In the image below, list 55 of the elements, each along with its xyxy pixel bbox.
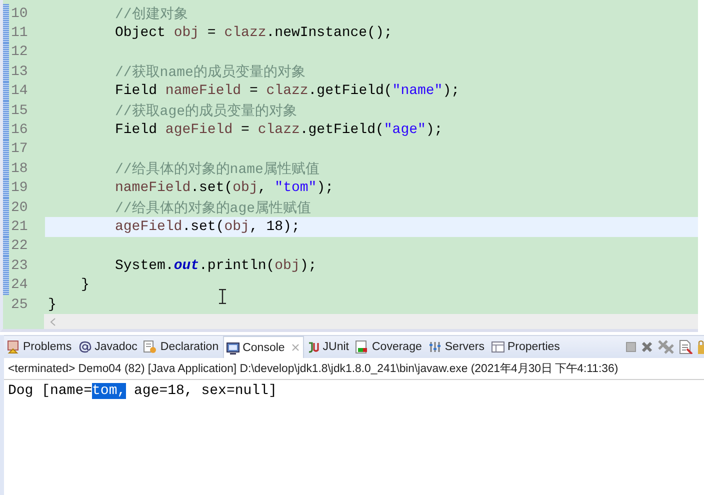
line-number: 18 <box>10 160 29 177</box>
line-number: 21 <box>10 218 29 235</box>
warning-icon <box>6 340 20 354</box>
close-icon[interactable] <box>641 341 653 354</box>
line-number: 19 <box>10 180 29 196</box>
launch-status: <terminated> Demo04 (82) [Java Application] D:\develop\jdk1.8\jdk1.8.0_241\bin\javaw.exe (2021年4月30日 下午4:11:36) <box>4 358 704 380</box>
console-output: Dog [name=tom, age=18, sex=null] <box>7 382 278 402</box>
code-line: //给具体的对象的age属性赋值 <box>115 200 312 217</box>
at-sign-icon <box>78 340 92 354</box>
text-cursor-icon <box>219 289 226 304</box>
view-tab[interactable]: Coverage <box>353 336 426 358</box>
line-number: 22 <box>10 238 29 254</box>
code-line: System.out.println(obj); <box>115 258 317 274</box>
code-line: //给具体的对象的name属性赋值 <box>115 160 320 178</box>
line-number: 17 <box>10 141 29 158</box>
line-number: 11 <box>10 25 29 42</box>
view-tab[interactable]: JUnit <box>304 336 353 358</box>
code-line: ageField.set(obj, 18); <box>115 218 300 235</box>
stop-icon[interactable] <box>626 342 636 352</box>
view-tab[interactable]: Servers <box>426 336 488 358</box>
view-tab[interactable]: Problems <box>4 336 76 358</box>
code-line: Field ageField = clazz.getField("age"); <box>115 122 443 138</box>
lock-icon[interactable] <box>698 340 704 354</box>
code-line: Field nameField = clazz.getField("name"); <box>115 83 460 100</box>
view-tab[interactable]: Console <box>222 336 304 358</box>
code-line: Object obj = clazz.newInstance(); <box>115 25 392 42</box>
code-line: nameField.set(obj, "tom"); <box>115 180 334 196</box>
line-number: 24 <box>10 277 29 294</box>
code-line: } <box>48 296 56 313</box>
code-line: } <box>81 277 90 294</box>
line-number: 20 <box>10 200 29 216</box>
line-number: 15 <box>10 102 29 119</box>
line-number: 25 <box>10 296 29 313</box>
horizontal-scrollbar[interactable] <box>44 314 698 330</box>
coverage-bar-icon <box>355 340 369 354</box>
view-tab[interactable]: Properties <box>488 336 564 358</box>
document-icon[interactable] <box>679 340 693 354</box>
monitor-icon <box>226 340 240 355</box>
line-number: 13 <box>10 64 29 80</box>
close-all-icon[interactable] <box>658 340 674 354</box>
line-number: 12 <box>10 44 29 60</box>
close-icon[interactable] <box>292 344 299 352</box>
line-number: 10 <box>10 6 29 22</box>
scroll-left-icon[interactable] <box>50 318 56 326</box>
table-icon <box>490 340 504 354</box>
code-line: //获取age的成员变量的对象 <box>115 102 298 120</box>
document-icon <box>143 340 158 354</box>
line-number: 23 <box>10 258 29 274</box>
sliders-icon <box>428 340 442 354</box>
view-tab[interactable]: Javadoc <box>76 336 142 358</box>
line-number: 14 <box>10 83 29 100</box>
line-number: 16 <box>10 122 29 138</box>
code-line: //创建对象 <box>115 6 188 23</box>
view-tab[interactable]: Declaration <box>141 336 223 358</box>
code-line: //获取name的成员变量的对象 <box>115 63 306 81</box>
